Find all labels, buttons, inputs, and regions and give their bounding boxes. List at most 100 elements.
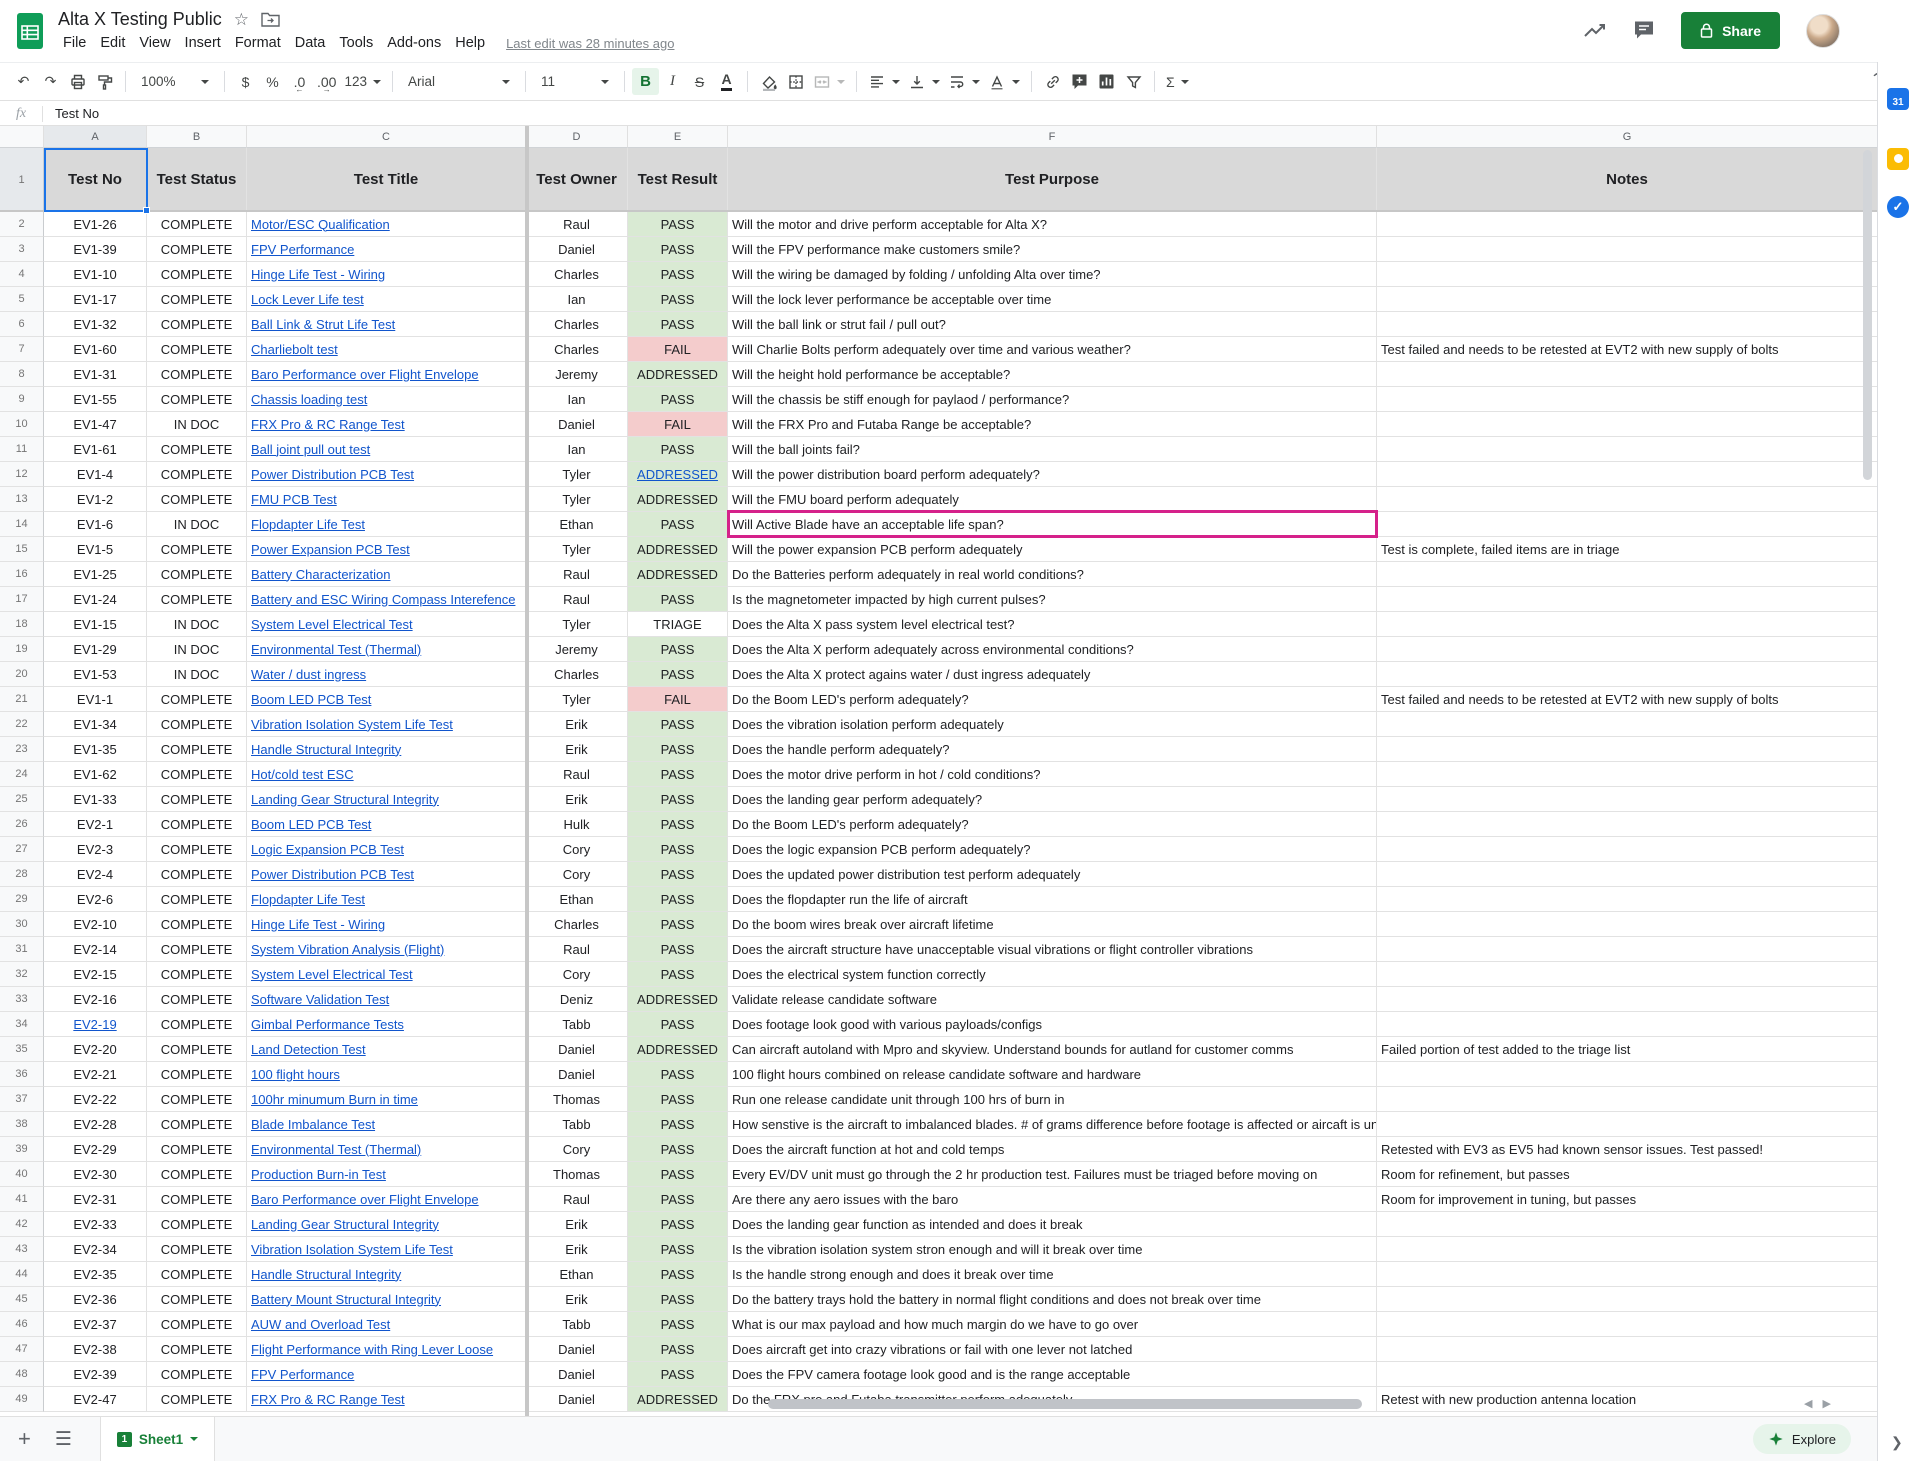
test-title-link[interactable]: Flight Performance with Ring Lever Loose (251, 1342, 493, 1357)
test-title-link[interactable]: Handle Structural Integrity (251, 742, 401, 757)
create-filter-button[interactable] (1120, 68, 1147, 95)
test-title-link[interactable]: Boom LED PCB Test (251, 692, 371, 707)
cell-notes[interactable] (1377, 287, 1877, 312)
last-edit-link[interactable]: Last edit was 28 minutes ago (506, 36, 674, 51)
cell-test-status[interactable]: COMPLETE (147, 1162, 247, 1187)
cell-test-title[interactable]: Blade Imbalance Test (247, 1112, 526, 1137)
test-title-link[interactable]: Software Validation Test (251, 992, 389, 1007)
cell-test-no[interactable]: EV2-1 (44, 812, 147, 837)
row-number-45[interactable]: 45 (0, 1287, 44, 1312)
test-title-link[interactable]: FRX Pro & RC Range Test (251, 417, 405, 432)
cell-test-status[interactable]: COMPLETE (147, 212, 247, 237)
cell-test-status[interactable]: COMPLETE (147, 737, 247, 762)
cell-test-result[interactable]: PASS (628, 912, 728, 937)
cell-test-status[interactable]: COMPLETE (147, 1012, 247, 1037)
test-title-link[interactable]: Flopdapter Life Test (251, 517, 365, 532)
font-size-select[interactable]: 11 (533, 68, 617, 95)
cell-test-no[interactable]: EV2-36 (44, 1287, 147, 1312)
cell-notes[interactable] (1377, 912, 1877, 937)
cell-test-title[interactable]: Ball Link & Strut Life Test (247, 312, 526, 337)
cell-test-result[interactable]: ADDRESSED (628, 562, 728, 587)
user-avatar[interactable] (1806, 14, 1840, 48)
cell-test-result[interactable]: PASS (628, 787, 728, 812)
cell-notes[interactable] (1377, 862, 1877, 887)
cell-test-title[interactable]: FPV Performance (247, 1362, 526, 1387)
cell-test-no[interactable]: EV2-6 (44, 887, 147, 912)
cell-test-no[interactable]: EV1-26 (44, 212, 147, 237)
cell-test-result[interactable]: PASS (628, 262, 728, 287)
cell-test-owner[interactable]: Charles (526, 662, 628, 687)
cell-test-owner[interactable]: Erik (526, 1212, 628, 1237)
test-title-link[interactable]: Chassis loading test (251, 392, 367, 407)
row-number-18[interactable]: 18 (0, 612, 44, 637)
horizontal-scrollbar[interactable] (768, 1399, 1362, 1409)
header-cell-test-title[interactable]: Test Title (247, 148, 526, 212)
cell-test-title[interactable]: Software Validation Test (247, 987, 526, 1012)
cell-test-title[interactable]: Baro Performance over Flight Envelope (247, 362, 526, 387)
cell-test-status[interactable]: IN DOC (147, 412, 247, 437)
row-number-48[interactable]: 48 (0, 1362, 44, 1387)
cell-test-status[interactable]: COMPLETE (147, 862, 247, 887)
header-cell-notes[interactable]: Notes (1377, 148, 1877, 212)
cell-test-owner[interactable]: Jeremy (526, 362, 628, 387)
cell-test-owner[interactable]: Raul (526, 587, 628, 612)
cell-test-status[interactable]: IN DOC (147, 662, 247, 687)
cell-test-result[interactable]: PASS (628, 1312, 728, 1337)
test-title-link[interactable]: FPV Performance (251, 1367, 354, 1382)
test-title-link[interactable]: Water / dust ingress (251, 667, 366, 682)
cell-test-owner[interactable]: Raul (526, 937, 628, 962)
cell-notes[interactable] (1377, 562, 1877, 587)
cell-test-owner[interactable]: Charles (526, 337, 628, 362)
cell-test-result[interactable]: ADDRESSED (628, 362, 728, 387)
row-number-27[interactable]: 27 (0, 837, 44, 862)
cell-test-result[interactable]: PASS (628, 1137, 728, 1162)
cell-test-no[interactable]: EV1-33 (44, 787, 147, 812)
row-number-1[interactable]: 1 (0, 148, 44, 212)
test-title-link[interactable]: System Vibration Analysis (Flight) (251, 942, 444, 957)
cell-test-purpose[interactable]: Will the ball link or strut fail / pull … (728, 312, 1377, 337)
row-number-44[interactable]: 44 (0, 1262, 44, 1287)
cell-test-no[interactable]: EV1-29 (44, 637, 147, 662)
cell-test-result[interactable]: PASS (628, 1162, 728, 1187)
cell-test-result[interactable]: PASS (628, 712, 728, 737)
cell-test-status[interactable]: COMPLETE (147, 312, 247, 337)
test-title-link[interactable]: Hot/cold test ESC (251, 767, 354, 782)
row-number-19[interactable]: 19 (0, 637, 44, 662)
text-color-button[interactable]: A (713, 68, 740, 95)
test-title-link[interactable]: Charliebolt test (251, 342, 338, 357)
cell-test-result[interactable]: FAIL (628, 687, 728, 712)
redo-button[interactable]: ↷ (37, 68, 64, 95)
cell-test-title[interactable]: Hinge Life Test - Wiring (247, 262, 526, 287)
cell-notes[interactable] (1377, 587, 1877, 612)
cell-test-result[interactable]: PASS (628, 387, 728, 412)
cell-test-status[interactable]: COMPLETE (147, 937, 247, 962)
sheets-logo-icon[interactable] (16, 12, 44, 50)
row-number-25[interactable]: 25 (0, 787, 44, 812)
test-title-link[interactable]: Landing Gear Structural Integrity (251, 792, 439, 807)
cell-notes[interactable] (1377, 962, 1877, 987)
cell-test-result[interactable]: ADDRESSED (628, 1387, 728, 1412)
row-number-49[interactable]: 49 (0, 1387, 44, 1412)
cell-notes[interactable] (1377, 1287, 1877, 1312)
test-title-link[interactable]: Motor/ESC Qualification (251, 217, 390, 232)
cell-test-status[interactable]: COMPLETE (147, 562, 247, 587)
comment-history-icon[interactable] (1633, 20, 1655, 41)
cell-test-owner[interactable]: Erik (526, 787, 628, 812)
cell-test-result[interactable]: ADDRESSED (628, 1037, 728, 1062)
cell-notes[interactable]: Failed portion of test added to the tria… (1377, 1037, 1877, 1062)
cell-test-purpose[interactable]: Will the ball joints fail? (728, 437, 1377, 462)
cell-test-title[interactable]: Handle Structural Integrity (247, 1262, 526, 1287)
row-number-36[interactable]: 36 (0, 1062, 44, 1087)
test-title-link[interactable]: Production Burn-in Test (251, 1167, 386, 1182)
cell-test-result[interactable]: PASS (628, 1187, 728, 1212)
cell-test-status[interactable]: COMPLETE (147, 962, 247, 987)
row-number-4[interactable]: 4 (0, 262, 44, 287)
row-number-35[interactable]: 35 (0, 1037, 44, 1062)
format-percent-button[interactable]: % (259, 68, 286, 95)
cell-test-purpose[interactable]: Does the updated power distribution test… (728, 862, 1377, 887)
cell-test-title[interactable]: Charliebolt test (247, 337, 526, 362)
cell-notes[interactable] (1377, 1012, 1877, 1037)
menu-insert[interactable]: Insert (178, 32, 228, 54)
cell-test-purpose[interactable]: Every EV/DV unit must go through the 2 h… (728, 1162, 1377, 1187)
cell-test-purpose[interactable]: Will the chassis be stiff enough for pay… (728, 387, 1377, 412)
